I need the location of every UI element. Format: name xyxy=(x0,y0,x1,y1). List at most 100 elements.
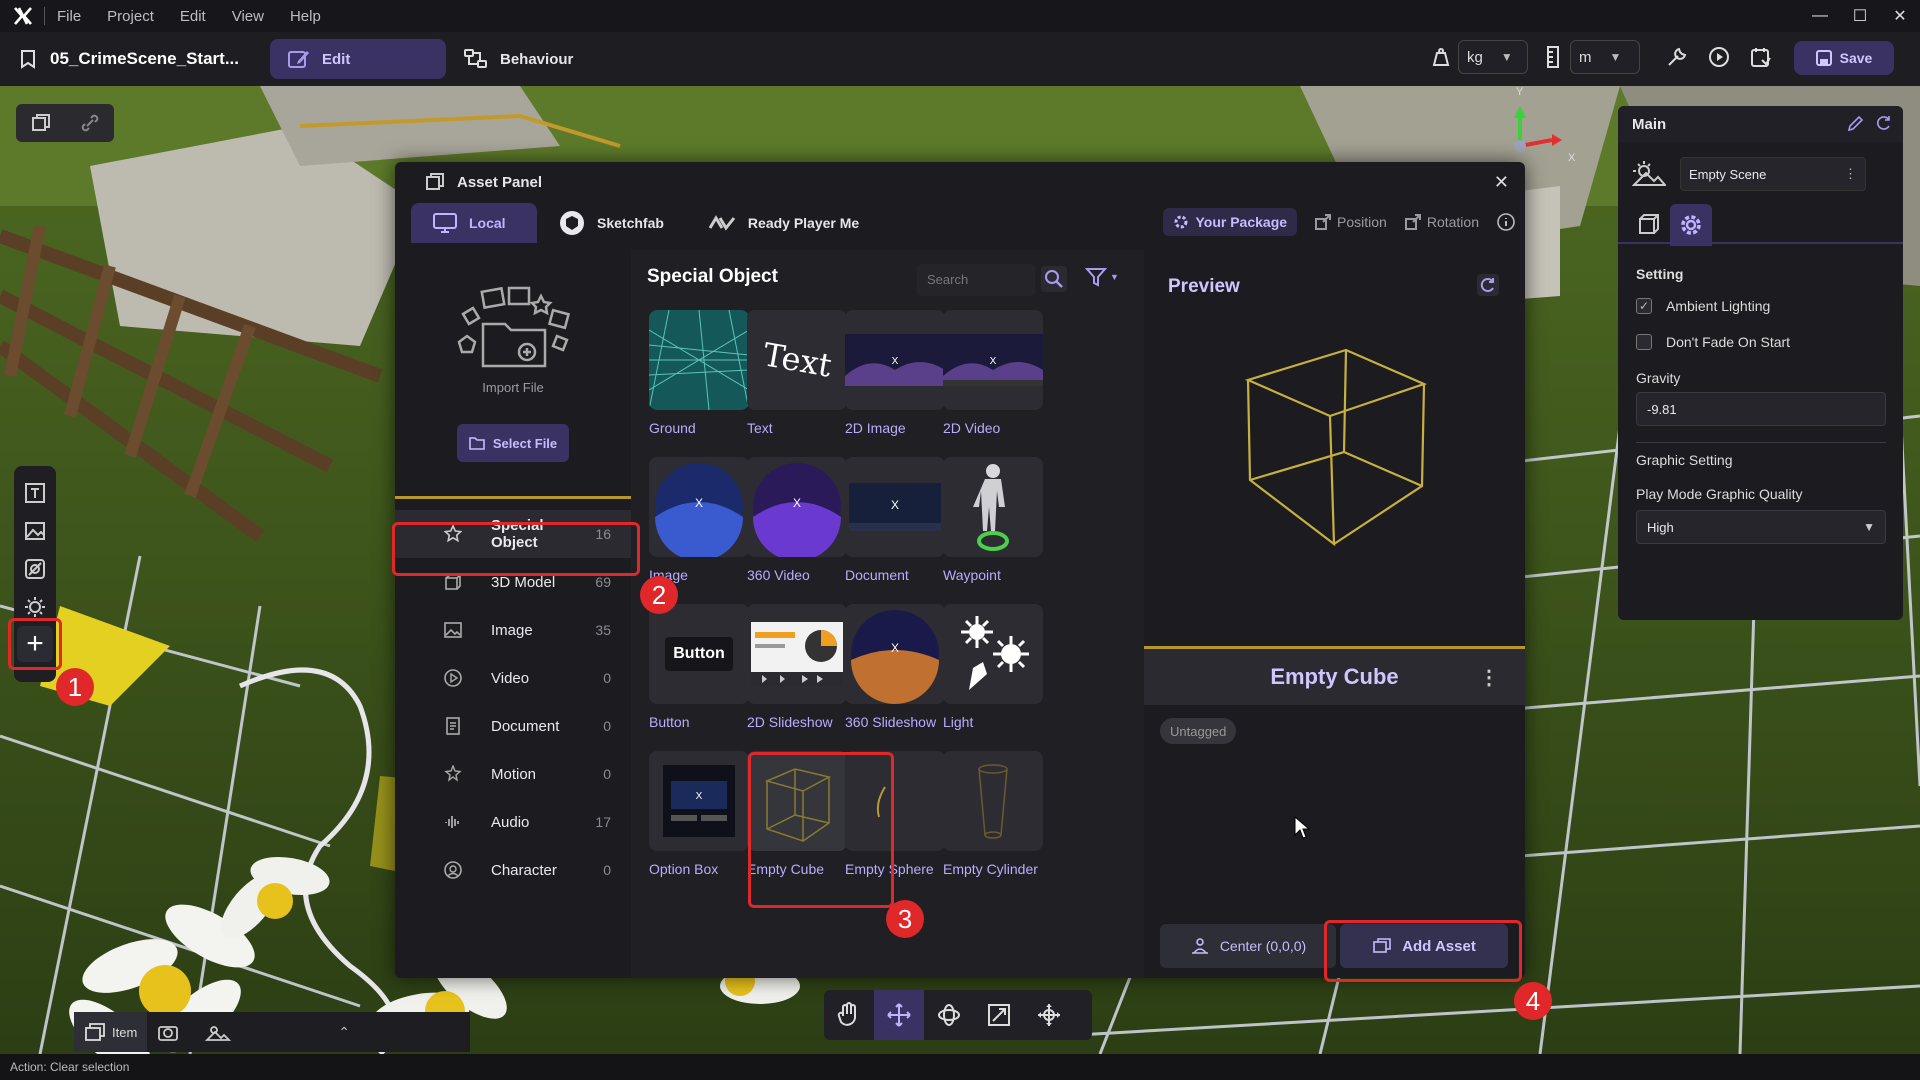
svg-text:X: X xyxy=(696,791,703,802)
rotate-tool-icon[interactable] xyxy=(924,990,974,1040)
asset-tile-label: Empty Cylinder xyxy=(943,861,1038,877)
menu-project[interactable]: Project xyxy=(107,8,154,25)
link-icon[interactable] xyxy=(80,113,100,133)
maximize-icon[interactable]: ☐ xyxy=(1840,0,1880,32)
filter-button[interactable]: ▼ xyxy=(1085,266,1119,288)
more-vertical-icon[interactable]: ⋮ xyxy=(1844,166,1857,182)
publish-icon[interactable] xyxy=(1744,40,1778,74)
main-panel-tabs xyxy=(1618,204,1903,246)
folder-icon xyxy=(469,437,485,450)
category-label: 3D Model xyxy=(491,573,556,591)
category-motion[interactable]: Motion 0 xyxy=(395,750,631,798)
empty-cylinder-thumbnail xyxy=(943,751,1043,851)
close-icon[interactable]: ✕ xyxy=(1494,172,1509,193)
title-bar: File Project Edit View Help — ☐ ✕ xyxy=(0,0,1920,32)
text-tool-icon[interactable] xyxy=(18,474,52,512)
hand-tool-icon[interactable] xyxy=(824,990,874,1040)
asset-tile-waypoint[interactable]: Waypoint xyxy=(937,457,1057,583)
layers-icon[interactable] xyxy=(31,113,51,133)
more-vertical-icon[interactable]: ⋮ xyxy=(1479,665,1499,690)
category-document[interactable]: Document 0 xyxy=(395,702,631,750)
quality-value: High xyxy=(1647,519,1674,535)
asset-tile-light[interactable]: Light xyxy=(937,604,1057,730)
scale-tool-icon[interactable] xyxy=(974,990,1024,1040)
play-icon[interactable] xyxy=(1702,40,1736,74)
checkbox-label: Don't Fade On Start xyxy=(1666,334,1791,350)
refresh-icon[interactable] xyxy=(1875,114,1893,132)
category-video[interactable]: Video 0 xyxy=(395,654,631,702)
refresh-icon[interactable] xyxy=(1477,274,1499,296)
transform-toolbar xyxy=(824,990,1092,1040)
import-area[interactable]: Import File Select File xyxy=(395,250,631,495)
edit-icon xyxy=(288,51,309,68)
category-image[interactable]: Image 35 xyxy=(395,606,631,654)
length-unit-value: m xyxy=(1579,48,1592,66)
quality-select[interactable]: High ▼ xyxy=(1636,510,1886,544)
status-text: Action: Clear selection xyxy=(10,1060,130,1074)
asset-tile-empty-cylinder[interactable]: Empty Cylinder xyxy=(937,751,1057,877)
gravity-label: Gravity xyxy=(1636,370,1681,386)
tab-local[interactable]: Local xyxy=(411,203,537,243)
tab-objects[interactable] xyxy=(1628,204,1670,246)
menu-view[interactable]: View xyxy=(232,8,264,25)
ruler-icon[interactable] xyxy=(1536,40,1570,74)
hide-tool-icon[interactable] xyxy=(18,550,52,588)
main-properties-panel: Main Empty Scene ⋮ Setting ✓ Ambient Lig… xyxy=(1618,106,1903,620)
image-thumbnail: X xyxy=(649,457,749,557)
mode-tab-label: Behaviour xyxy=(500,50,574,68)
category-audio[interactable]: Audio 17 xyxy=(395,798,631,846)
tab-sketchfab[interactable]: Sketchfab xyxy=(537,203,686,243)
mass-unit-value: kg xyxy=(1467,48,1483,66)
close-window-icon[interactable]: ✕ xyxy=(1880,0,1920,32)
search-icon[interactable] xyxy=(1041,266,1067,292)
tab-label: Ready Player Me xyxy=(747,215,860,231)
tag-badge[interactable]: Untagged xyxy=(1160,718,1237,744)
view-tools xyxy=(16,104,114,142)
category-label: Motion xyxy=(491,765,537,783)
wrench-icon[interactable] xyxy=(1660,40,1694,74)
menu-help[interactable]: Help xyxy=(290,8,321,25)
svg-text:X: X xyxy=(892,356,899,367)
info-icon[interactable] xyxy=(1497,213,1515,231)
mass-unit-select[interactable]: kg ▼ xyxy=(1458,40,1528,74)
tab-item[interactable]: Item xyxy=(74,1012,148,1052)
rotation-tab[interactable]: Rotation xyxy=(1404,214,1479,230)
preview-asset-name: Empty Cube xyxy=(1270,664,1399,689)
category-label: Video xyxy=(491,669,530,687)
tab-item-label: Item xyxy=(112,1024,138,1040)
tab-ready-player-me[interactable]: Ready Player Me xyxy=(686,203,881,243)
category-character[interactable]: Character 0 xyxy=(395,846,631,894)
minimize-icon[interactable]: — xyxy=(1800,0,1840,32)
ambient-lighting-checkbox[interactable]: ✓ Ambient Lighting xyxy=(1636,298,1770,314)
step-marker-2: 2 xyxy=(640,576,678,614)
move-tool-icon[interactable] xyxy=(874,990,924,1040)
tab-environment[interactable] xyxy=(195,1012,247,1052)
position-tab[interactable]: Position xyxy=(1315,214,1387,230)
gravity-input[interactable]: -9.81 xyxy=(1636,392,1886,426)
length-unit-select[interactable]: m ▼ xyxy=(1570,40,1640,74)
asset-tile-2d-video[interactable]: X 2D Video xyxy=(937,310,1057,436)
category-label: Audio xyxy=(491,813,530,831)
edit-pencil-icon[interactable] xyxy=(1847,114,1865,132)
search-input[interactable]: Search xyxy=(917,264,1035,296)
dont-fade-checkbox[interactable]: Don't Fade On Start xyxy=(1636,334,1790,350)
menu-edit[interactable]: Edit xyxy=(180,8,206,25)
select-file-button[interactable]: Select File xyxy=(457,424,569,462)
tab-camera[interactable] xyxy=(147,1012,195,1052)
transform-all-tool-icon[interactable] xyxy=(1024,990,1074,1040)
category-count: 35 xyxy=(595,622,611,638)
gravity-weight-icon[interactable] xyxy=(1424,40,1458,74)
main-panel-title: Main xyxy=(1632,115,1667,133)
mode-tab-edit[interactable]: Edit xyxy=(270,39,446,79)
tab-settings[interactable] xyxy=(1670,204,1712,246)
image-tool-icon[interactable] xyxy=(18,512,52,550)
behaviour-icon xyxy=(464,49,487,68)
scene-select[interactable]: Empty Scene ⋮ xyxy=(1680,157,1866,191)
save-button[interactable]: Save xyxy=(1794,41,1894,75)
menu-file[interactable]: File xyxy=(57,8,81,25)
center-button[interactable]: Center (0,0,0) xyxy=(1160,924,1336,968)
chevron-up-icon[interactable]: ⌃ xyxy=(338,1024,350,1041)
your-package-tab[interactable]: Your Package xyxy=(1163,208,1298,236)
mode-tab-behaviour[interactable]: Behaviour xyxy=(446,39,591,79)
tab-label: Local xyxy=(469,215,506,231)
